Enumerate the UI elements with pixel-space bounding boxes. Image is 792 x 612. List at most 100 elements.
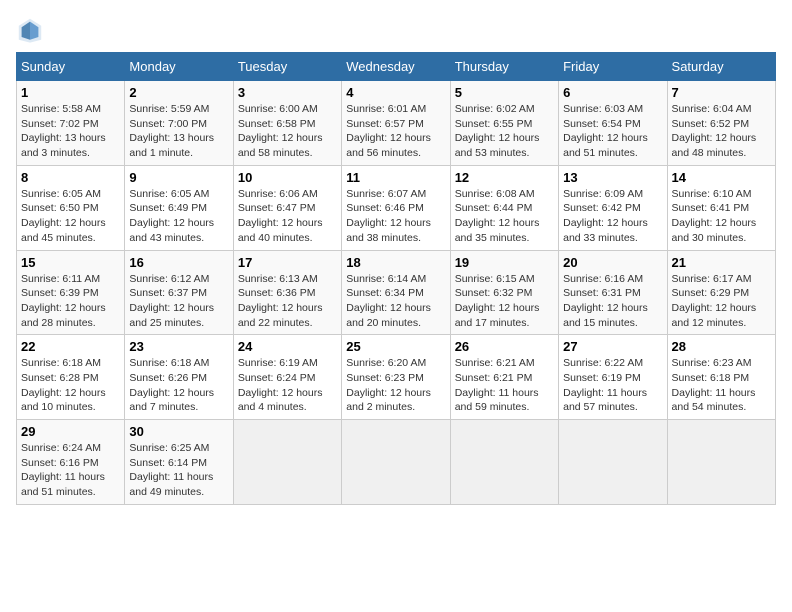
day-number: 11 (346, 170, 445, 185)
weekday-header: Tuesday (233, 53, 341, 81)
calendar-cell: 10 Sunrise: 6:06 AMSunset: 6:47 PMDayligh… (233, 165, 341, 250)
cell-info: Sunrise: 6:17 AMSunset: 6:29 PMDaylight:… (672, 272, 771, 331)
calendar-cell: 30 Sunrise: 6:25 AMSunset: 6:14 PMDayligh… (125, 420, 233, 505)
day-number: 2 (129, 85, 228, 100)
calendar-cell: 14 Sunrise: 6:10 AMSunset: 6:41 PMDayligh… (667, 165, 775, 250)
calendar-cell: 8 Sunrise: 6:05 AMSunset: 6:50 PMDaylight… (17, 165, 125, 250)
page-header (16, 16, 776, 44)
cell-info: Sunrise: 5:59 AMSunset: 7:00 PMDaylight:… (129, 102, 228, 161)
cell-info: Sunrise: 6:21 AMSunset: 6:21 PMDaylight:… (455, 356, 554, 415)
cell-info: Sunrise: 6:25 AMSunset: 6:14 PMDaylight:… (129, 441, 228, 500)
calendar-cell: 16 Sunrise: 6:12 AMSunset: 6:37 PMDayligh… (125, 250, 233, 335)
calendar-cell: 18 Sunrise: 6:14 AMSunset: 6:34 PMDayligh… (342, 250, 450, 335)
cell-info: Sunrise: 6:13 AMSunset: 6:36 PMDaylight:… (238, 272, 337, 331)
cell-info: Sunrise: 6:01 AMSunset: 6:57 PMDaylight:… (346, 102, 445, 161)
calendar-cell: 11 Sunrise: 6:07 AMSunset: 6:46 PMDayligh… (342, 165, 450, 250)
calendar-cell: 26 Sunrise: 6:21 AMSunset: 6:21 PMDayligh… (450, 335, 558, 420)
day-number: 13 (563, 170, 662, 185)
cell-info: Sunrise: 6:24 AMSunset: 6:16 PMDaylight:… (21, 441, 120, 500)
cell-info: Sunrise: 6:22 AMSunset: 6:19 PMDaylight:… (563, 356, 662, 415)
day-number: 7 (672, 85, 771, 100)
cell-info: Sunrise: 6:11 AMSunset: 6:39 PMDaylight:… (21, 272, 120, 331)
cell-info: Sunrise: 6:23 AMSunset: 6:18 PMDaylight:… (672, 356, 771, 415)
calendar-cell: 27 Sunrise: 6:22 AMSunset: 6:19 PMDayligh… (559, 335, 667, 420)
cell-info: Sunrise: 6:19 AMSunset: 6:24 PMDaylight:… (238, 356, 337, 415)
weekday-header: Wednesday (342, 53, 450, 81)
logo-icon (16, 16, 44, 44)
calendar-week-row: 1 Sunrise: 5:58 AMSunset: 7:02 PMDaylight… (17, 81, 776, 166)
calendar-cell (450, 420, 558, 505)
day-number: 1 (21, 85, 120, 100)
cell-info: Sunrise: 6:06 AMSunset: 6:47 PMDaylight:… (238, 187, 337, 246)
calendar-cell: 22 Sunrise: 6:18 AMSunset: 6:28 PMDayligh… (17, 335, 125, 420)
cell-info: Sunrise: 6:16 AMSunset: 6:31 PMDaylight:… (563, 272, 662, 331)
weekday-header: Thursday (450, 53, 558, 81)
calendar-cell: 15 Sunrise: 6:11 AMSunset: 6:39 PMDayligh… (17, 250, 125, 335)
day-number: 26 (455, 339, 554, 354)
cell-info: Sunrise: 5:58 AMSunset: 7:02 PMDaylight:… (21, 102, 120, 161)
calendar-cell: 9 Sunrise: 6:05 AMSunset: 6:49 PMDaylight… (125, 165, 233, 250)
calendar-cell: 12 Sunrise: 6:08 AMSunset: 6:44 PMDayligh… (450, 165, 558, 250)
day-number: 16 (129, 255, 228, 270)
logo (16, 16, 48, 44)
day-number: 23 (129, 339, 228, 354)
day-number: 9 (129, 170, 228, 185)
calendar-body: 1 Sunrise: 5:58 AMSunset: 7:02 PMDaylight… (17, 81, 776, 505)
cell-info: Sunrise: 6:12 AMSunset: 6:37 PMDaylight:… (129, 272, 228, 331)
calendar-cell: 3 Sunrise: 6:00 AMSunset: 6:58 PMDaylight… (233, 81, 341, 166)
cell-info: Sunrise: 6:09 AMSunset: 6:42 PMDaylight:… (563, 187, 662, 246)
day-number: 24 (238, 339, 337, 354)
weekday-header: Saturday (667, 53, 775, 81)
cell-info: Sunrise: 6:20 AMSunset: 6:23 PMDaylight:… (346, 356, 445, 415)
cell-info: Sunrise: 6:08 AMSunset: 6:44 PMDaylight:… (455, 187, 554, 246)
calendar-week-row: 29 Sunrise: 6:24 AMSunset: 6:16 PMDayligh… (17, 420, 776, 505)
cell-info: Sunrise: 6:18 AMSunset: 6:26 PMDaylight:… (129, 356, 228, 415)
day-number: 6 (563, 85, 662, 100)
weekday-header: Sunday (17, 53, 125, 81)
calendar-cell (233, 420, 341, 505)
day-number: 29 (21, 424, 120, 439)
day-number: 22 (21, 339, 120, 354)
calendar-cell: 7 Sunrise: 6:04 AMSunset: 6:52 PMDaylight… (667, 81, 775, 166)
day-number: 18 (346, 255, 445, 270)
calendar-table: SundayMondayTuesdayWednesdayThursdayFrid… (16, 52, 776, 505)
cell-info: Sunrise: 6:04 AMSunset: 6:52 PMDaylight:… (672, 102, 771, 161)
day-number: 10 (238, 170, 337, 185)
calendar-cell: 4 Sunrise: 6:01 AMSunset: 6:57 PMDaylight… (342, 81, 450, 166)
calendar-cell: 19 Sunrise: 6:15 AMSunset: 6:32 PMDayligh… (450, 250, 558, 335)
cell-info: Sunrise: 6:15 AMSunset: 6:32 PMDaylight:… (455, 272, 554, 331)
day-number: 25 (346, 339, 445, 354)
day-number: 5 (455, 85, 554, 100)
calendar-cell (667, 420, 775, 505)
calendar-cell: 17Sunrise: 6:13 AMSunset: 6:36 PMDayligh… (233, 250, 341, 335)
day-number: 8 (21, 170, 120, 185)
day-number: 21 (672, 255, 771, 270)
calendar-cell: 29 Sunrise: 6:24 AMSunset: 6:16 PMDayligh… (17, 420, 125, 505)
cell-info: Sunrise: 6:18 AMSunset: 6:28 PMDaylight:… (21, 356, 120, 415)
cell-info: Sunrise: 6:05 AMSunset: 6:49 PMDaylight:… (129, 187, 228, 246)
day-number: 4 (346, 85, 445, 100)
cell-info: Sunrise: 6:07 AMSunset: 6:46 PMDaylight:… (346, 187, 445, 246)
day-number: 27 (563, 339, 662, 354)
day-number: 19 (455, 255, 554, 270)
day-number: 30 (129, 424, 228, 439)
calendar-header-row: SundayMondayTuesdayWednesdayThursdayFrid… (17, 53, 776, 81)
calendar-week-row: 15 Sunrise: 6:11 AMSunset: 6:39 PMDayligh… (17, 250, 776, 335)
day-number: 15 (21, 255, 120, 270)
calendar-cell: 21 Sunrise: 6:17 AMSunset: 6:29 PMDayligh… (667, 250, 775, 335)
day-number: 3 (238, 85, 337, 100)
cell-info: Sunrise: 6:02 AMSunset: 6:55 PMDaylight:… (455, 102, 554, 161)
calendar-cell: 13 Sunrise: 6:09 AMSunset: 6:42 PMDayligh… (559, 165, 667, 250)
day-number: 12 (455, 170, 554, 185)
calendar-cell: 24 Sunrise: 6:19 AMSunset: 6:24 PMDayligh… (233, 335, 341, 420)
calendar-cell: 23 Sunrise: 6:18 AMSunset: 6:26 PMDayligh… (125, 335, 233, 420)
day-number: 14 (672, 170, 771, 185)
cell-info: Sunrise: 6:10 AMSunset: 6:41 PMDaylight:… (672, 187, 771, 246)
cell-info: Sunrise: 6:05 AMSunset: 6:50 PMDaylight:… (21, 187, 120, 246)
cell-info: Sunrise: 6:14 AMSunset: 6:34 PMDaylight:… (346, 272, 445, 331)
day-number: 28 (672, 339, 771, 354)
cell-info: Sunrise: 6:00 AMSunset: 6:58 PMDaylight:… (238, 102, 337, 161)
calendar-cell: 25 Sunrise: 6:20 AMSunset: 6:23 PMDayligh… (342, 335, 450, 420)
calendar-week-row: 22 Sunrise: 6:18 AMSunset: 6:28 PMDayligh… (17, 335, 776, 420)
calendar-cell: 2 Sunrise: 5:59 AMSunset: 7:00 PMDaylight… (125, 81, 233, 166)
